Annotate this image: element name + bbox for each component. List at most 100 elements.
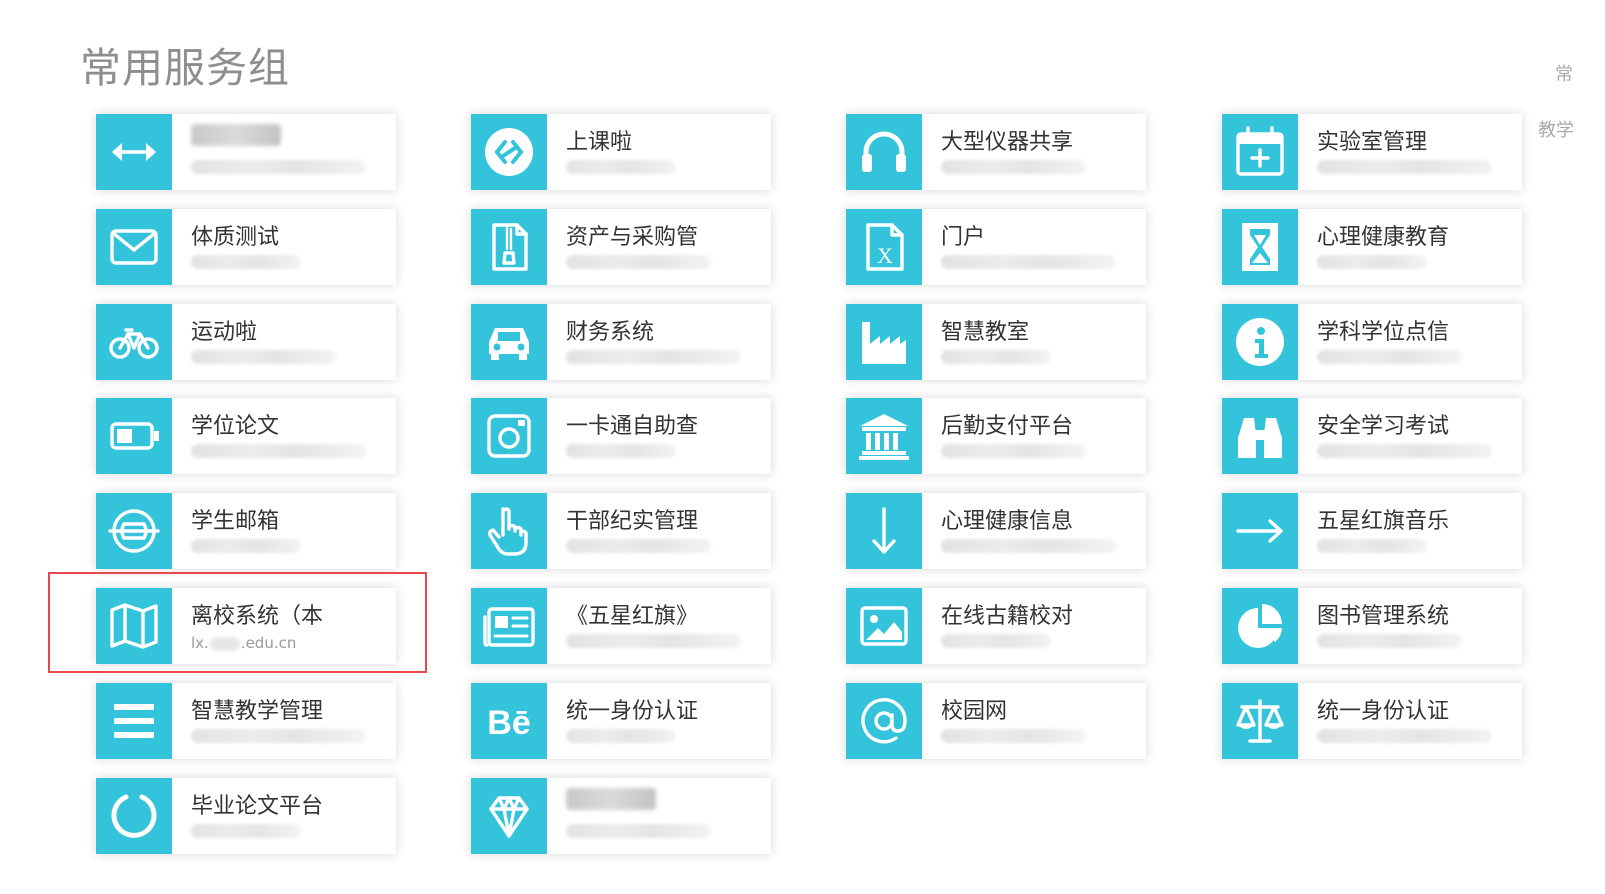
service-tile[interactable]: 安全学习考试 xyxy=(1222,398,1522,474)
service-tile[interactable]: 体质测试 xyxy=(96,209,396,285)
excel-file-icon: X xyxy=(846,209,922,285)
service-url-redacted xyxy=(566,160,676,174)
service-url-redacted xyxy=(1317,350,1462,364)
service-name: 一卡通自助查 xyxy=(566,414,699,439)
service-tile[interactable]: 上课啦 xyxy=(471,114,771,190)
hourglass-icon xyxy=(1222,209,1298,285)
image-icon xyxy=(846,588,922,664)
service-name: 在线古籍校对 xyxy=(941,604,1074,629)
calendar-plus-icon xyxy=(1222,114,1298,190)
page-title: 常用服务组 xyxy=(80,44,290,92)
envelope-icon xyxy=(96,209,172,285)
service-name: 统一身份认证 xyxy=(1317,699,1450,724)
service-name: 图书管理系统 xyxy=(1317,604,1450,629)
service-tile[interactable]: 运动啦 xyxy=(96,304,396,380)
service-tile[interactable]: 离校系统（本 lx. .edu.cn xyxy=(96,588,396,664)
service-tile[interactable]: 五星红旗音乐 xyxy=(1222,493,1522,569)
service-url-redacted xyxy=(191,824,301,838)
service-name: 学位论文 xyxy=(191,414,280,439)
service-name: 安全学习考试 xyxy=(1317,414,1450,439)
service-tile[interactable]: 大型仪器共享 xyxy=(846,114,1146,190)
service-name: 体质测试 xyxy=(191,225,280,250)
service-name: 实验室管理 xyxy=(1317,130,1428,155)
service-tile[interactable]: 学位论文 xyxy=(96,398,396,474)
service-tile[interactable]: 智慧教室 xyxy=(846,304,1146,380)
service-url-redacted xyxy=(191,729,366,743)
service-name: 心理健康信息 xyxy=(941,509,1074,534)
service-url-redacted xyxy=(191,160,366,174)
service-url-redacted xyxy=(566,539,711,553)
service-url-redacted xyxy=(566,824,711,838)
service-name: 智慧教学管理 xyxy=(191,699,324,724)
bicycle-icon xyxy=(96,304,172,380)
at-sign-icon xyxy=(846,683,922,759)
service-tile[interactable]: 智慧教学管理 xyxy=(96,683,396,759)
service-tile[interactable]: 后勤支付平台 xyxy=(846,398,1146,474)
service-name: 学生邮箱 xyxy=(191,509,280,534)
service-tile[interactable]: 图书管理系统 xyxy=(1222,588,1522,664)
service-url-redacted xyxy=(566,729,676,743)
service-tile[interactable]: 心理健康信息 xyxy=(846,493,1146,569)
service-tile[interactable]: 心理健康教育 xyxy=(1222,209,1522,285)
service-tile[interactable]: 统一身份认证 xyxy=(1222,683,1522,759)
url-redaction xyxy=(209,636,240,651)
service-tile[interactable]: 毕业论文平台 xyxy=(96,778,396,854)
pie-chart-icon xyxy=(1222,588,1298,664)
service-tile[interactable]: 一卡通自助查 xyxy=(471,398,771,474)
binoculars-icon xyxy=(1222,398,1298,474)
map-icon xyxy=(96,588,172,664)
svg-text:X: X xyxy=(877,243,893,268)
service-url-redacted xyxy=(941,160,1086,174)
service-tile[interactable]: X 门户 xyxy=(846,209,1146,285)
service-url-redacted xyxy=(941,729,1086,743)
service-url-redacted xyxy=(1317,729,1492,743)
service-name: 离校系统（本 xyxy=(191,604,324,629)
headphones-icon xyxy=(846,114,922,190)
edge-text-1: 常 xyxy=(1555,64,1573,85)
service-name: 智慧教室 xyxy=(941,320,1030,345)
circle-ring-icon xyxy=(96,778,172,854)
info-icon xyxy=(1222,304,1298,380)
factory-icon xyxy=(846,304,922,380)
link-diamond-icon xyxy=(471,114,547,190)
service-tile[interactable]: 资产与采购管 xyxy=(471,209,771,285)
edge-text-2: 教学 xyxy=(1538,120,1574,141)
service-url-redacted xyxy=(191,350,336,364)
newspaper-icon xyxy=(471,588,547,664)
scale-icon xyxy=(1222,683,1298,759)
service-tile[interactable]: Bē 统一身份认证 xyxy=(471,683,771,759)
service-name-redacted xyxy=(566,788,656,810)
service-tile[interactable]: 实验室管理 xyxy=(1222,114,1522,190)
service-name: 五星红旗音乐 xyxy=(1317,509,1450,534)
service-tile[interactable]: 财务系统 xyxy=(471,304,771,380)
service-url-redacted xyxy=(566,634,741,648)
service-name: 统一身份认证 xyxy=(566,699,699,724)
service-tile[interactable] xyxy=(471,778,771,854)
service-url: lx. .edu.cn xyxy=(191,634,297,652)
service-url-redacted xyxy=(941,539,1116,553)
service-tile[interactable]: 在线古籍校对 xyxy=(846,588,1146,664)
service-tile[interactable]: 校园网 xyxy=(846,683,1146,759)
service-name: 上课啦 xyxy=(566,130,633,155)
service-name: 大型仪器共享 xyxy=(941,130,1074,155)
service-url-redacted xyxy=(1317,160,1492,174)
service-url-redacted xyxy=(941,634,1051,648)
service-url-redacted xyxy=(941,350,1051,364)
service-name: 毕业论文平台 xyxy=(191,794,324,819)
circle-emblem-icon xyxy=(96,493,172,569)
service-tile[interactable]: 《五星红旗》 xyxy=(471,588,771,664)
service-tile[interactable]: 干部纪实管理 xyxy=(471,493,771,569)
instagram-icon xyxy=(471,398,547,474)
service-tile[interactable] xyxy=(96,114,396,190)
service-name: 校园网 xyxy=(941,699,1008,724)
service-name: 财务系统 xyxy=(566,320,655,345)
service-name-redacted xyxy=(191,124,281,146)
behance-icon: Bē xyxy=(471,683,547,759)
service-tile[interactable]: 学生邮箱 xyxy=(96,493,396,569)
service-tile[interactable]: 学科学位点信 xyxy=(1222,304,1522,380)
arrows-horizontal-icon xyxy=(96,114,172,190)
service-url-redacted xyxy=(1317,539,1427,553)
service-url-redacted xyxy=(191,444,366,458)
diamond-icon xyxy=(471,778,547,854)
menu-lines-icon xyxy=(96,683,172,759)
